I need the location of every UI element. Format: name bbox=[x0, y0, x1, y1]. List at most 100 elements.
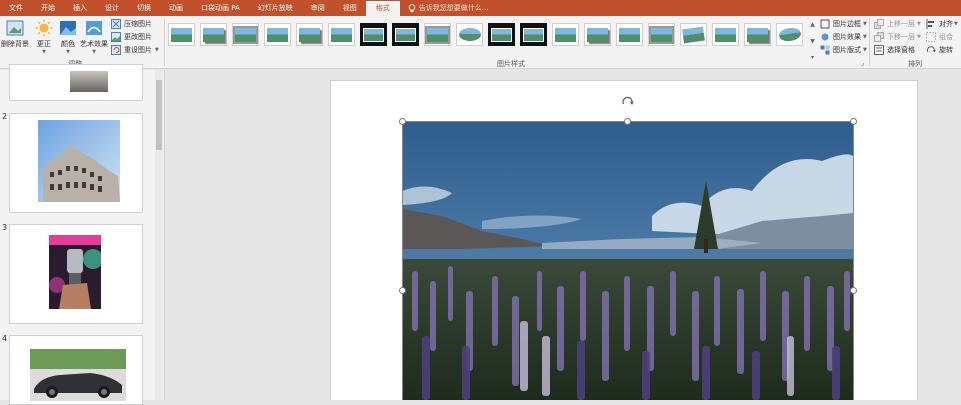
tab-view[interactable]: 视图 bbox=[334, 0, 366, 16]
chevron-down-icon: ▼ bbox=[863, 34, 867, 40]
style-thumb[interactable] bbox=[552, 23, 579, 46]
chevron-down-icon: ▼ bbox=[917, 21, 921, 27]
group-divider bbox=[869, 18, 870, 66]
reset-picture-button[interactable]: 重设图片 ▼ bbox=[111, 45, 159, 55]
reset-picture-icon bbox=[111, 45, 121, 55]
slide-image bbox=[38, 120, 120, 202]
style-thumb[interactable] bbox=[328, 23, 355, 46]
slide-thumbnail[interactable] bbox=[9, 224, 143, 324]
slide-thumbnail[interactable] bbox=[9, 335, 143, 405]
chevron-down-icon: ▼ bbox=[863, 21, 867, 27]
selection-border bbox=[402, 121, 403, 400]
tab-review[interactable]: 审阅 bbox=[302, 0, 334, 16]
slide-number: 3 bbox=[2, 223, 8, 232]
sun-icon bbox=[35, 19, 53, 37]
bring-forward-icon bbox=[874, 19, 884, 29]
style-thumb[interactable] bbox=[424, 23, 451, 46]
picture-border-button[interactable]: 图片边框 ▼ bbox=[820, 19, 867, 29]
chevron-up-icon[interactable]: ▲ bbox=[810, 21, 815, 28]
style-thumb[interactable] bbox=[520, 23, 547, 46]
resize-handle-left[interactable] bbox=[399, 287, 406, 294]
gallery-scroll[interactable]: ▲ ▼ ▾ bbox=[808, 21, 817, 61]
compress-pictures-button[interactable]: 压缩图片 bbox=[111, 19, 152, 29]
style-thumb[interactable] bbox=[488, 23, 515, 46]
tab-animations[interactable]: 动画 bbox=[160, 0, 192, 16]
group-objects-button[interactable]: 组合 bbox=[926, 32, 953, 42]
style-thumb[interactable] bbox=[616, 23, 643, 46]
dialog-launcher-icon[interactable]: ⌟ bbox=[861, 59, 864, 67]
align-icon bbox=[926, 19, 934, 29]
rotate-handle-icon[interactable] bbox=[620, 95, 635, 110]
resize-handle-right[interactable] bbox=[850, 287, 857, 294]
picture-border-icon bbox=[820, 19, 830, 29]
compress-icon bbox=[111, 19, 121, 29]
resize-handle-top-right[interactable] bbox=[850, 118, 857, 125]
chevron-down-icon[interactable]: ▼ bbox=[810, 38, 815, 45]
artistic-effects-button[interactable]: 艺术效果 ▼ bbox=[80, 19, 108, 55]
panel-scrollbar[interactable] bbox=[155, 70, 163, 400]
color-button[interactable]: 颜色 ▼ bbox=[59, 19, 77, 55]
tab-transitions[interactable]: 切换 bbox=[128, 0, 160, 16]
picture-color-icon bbox=[60, 21, 76, 35]
align-button[interactable]: 对齐 ▼ bbox=[926, 19, 958, 29]
slide-thumbnail-panel: 2 3 4 bbox=[0, 64, 165, 405]
style-thumb[interactable] bbox=[744, 23, 771, 46]
rotate-icon bbox=[927, 46, 936, 53]
selection-pane-button[interactable]: 选择窗格 bbox=[874, 45, 915, 55]
send-backward-button[interactable]: 下移一层 ▼ bbox=[874, 32, 921, 42]
lightbulb-icon bbox=[408, 3, 416, 12]
slide-thumbnail[interactable] bbox=[9, 113, 143, 213]
chevron-down-icon: ▼ bbox=[42, 49, 46, 55]
rotate-button[interactable]: 旋转 bbox=[926, 45, 953, 55]
tell-me-box[interactable]: 告诉我您想要做什么... bbox=[408, 3, 488, 13]
tab-file[interactable]: 文件 bbox=[0, 0, 32, 16]
scrollbar-thumb[interactable] bbox=[156, 80, 162, 150]
style-thumb[interactable] bbox=[200, 23, 227, 46]
selected-picture[interactable] bbox=[402, 121, 853, 400]
tab-format[interactable]: 格式 bbox=[365, 1, 400, 16]
bring-forward-button[interactable]: 上移一层 ▼ bbox=[874, 19, 921, 29]
style-thumb[interactable] bbox=[264, 23, 291, 46]
group-icon bbox=[926, 32, 936, 42]
corrections-button[interactable]: 更正 ▼ bbox=[35, 19, 53, 55]
slide-thumbnail[interactable] bbox=[9, 64, 143, 101]
landscape-photo bbox=[402, 121, 853, 400]
style-thumb[interactable] bbox=[168, 23, 195, 46]
chevron-down-icon: ▼ bbox=[863, 47, 867, 53]
resize-handle-top-left[interactable] bbox=[399, 118, 406, 125]
chevron-down-icon: ▼ bbox=[66, 49, 70, 55]
remove-background-icon bbox=[6, 20, 24, 36]
style-thumb[interactable] bbox=[776, 23, 803, 46]
style-thumb[interactable] bbox=[584, 23, 611, 46]
gallery-more-icon[interactable]: ▾ bbox=[811, 54, 814, 61]
style-thumb[interactable] bbox=[680, 23, 707, 46]
slide-image bbox=[30, 349, 126, 401]
picture-layout-icon bbox=[820, 45, 830, 55]
picture-layout-button[interactable]: 图片版式 ▼ bbox=[820, 45, 867, 55]
tab-home[interactable]: 开始 bbox=[32, 0, 64, 16]
tab-design[interactable]: 设计 bbox=[96, 0, 128, 16]
style-thumb[interactable] bbox=[456, 23, 483, 46]
slide-number: 4 bbox=[2, 334, 8, 343]
selection-border bbox=[853, 121, 854, 400]
ribbon-tab-bar: 文件 开始 插入 设计 切换 动画 口袋动画 PA 幻灯片放映 审阅 视图 格式… bbox=[0, 0, 961, 16]
style-thumb[interactable] bbox=[296, 23, 323, 46]
style-thumb[interactable] bbox=[392, 23, 419, 46]
style-thumb[interactable] bbox=[232, 23, 259, 46]
change-picture-icon bbox=[111, 32, 121, 42]
ribbon: 删除背景 更正 ▼ 颜色 ▼ 艺术效果 ▼ 压缩图片 更改图片 重设图片 ▼ 调… bbox=[0, 16, 961, 69]
tab-slideshow[interactable]: 幻灯片放映 bbox=[249, 0, 302, 16]
group-divider bbox=[164, 18, 165, 66]
tab-pocket-animation[interactable]: 口袋动画 PA bbox=[192, 0, 249, 16]
change-picture-button[interactable]: 更改图片 bbox=[111, 32, 152, 42]
style-thumb[interactable] bbox=[712, 23, 739, 46]
style-thumb[interactable] bbox=[360, 23, 387, 46]
artistic-effects-icon bbox=[86, 21, 102, 35]
tab-insert[interactable]: 插入 bbox=[64, 0, 96, 16]
remove-background-button[interactable]: 删除背景 bbox=[1, 19, 29, 49]
picture-effects-button[interactable]: 图片效果 ▼ bbox=[820, 32, 867, 42]
chevron-down-icon: ▼ bbox=[954, 21, 958, 27]
resize-handle-top[interactable] bbox=[624, 118, 631, 125]
slide-image bbox=[70, 71, 108, 92]
style-thumb[interactable] bbox=[648, 23, 675, 46]
